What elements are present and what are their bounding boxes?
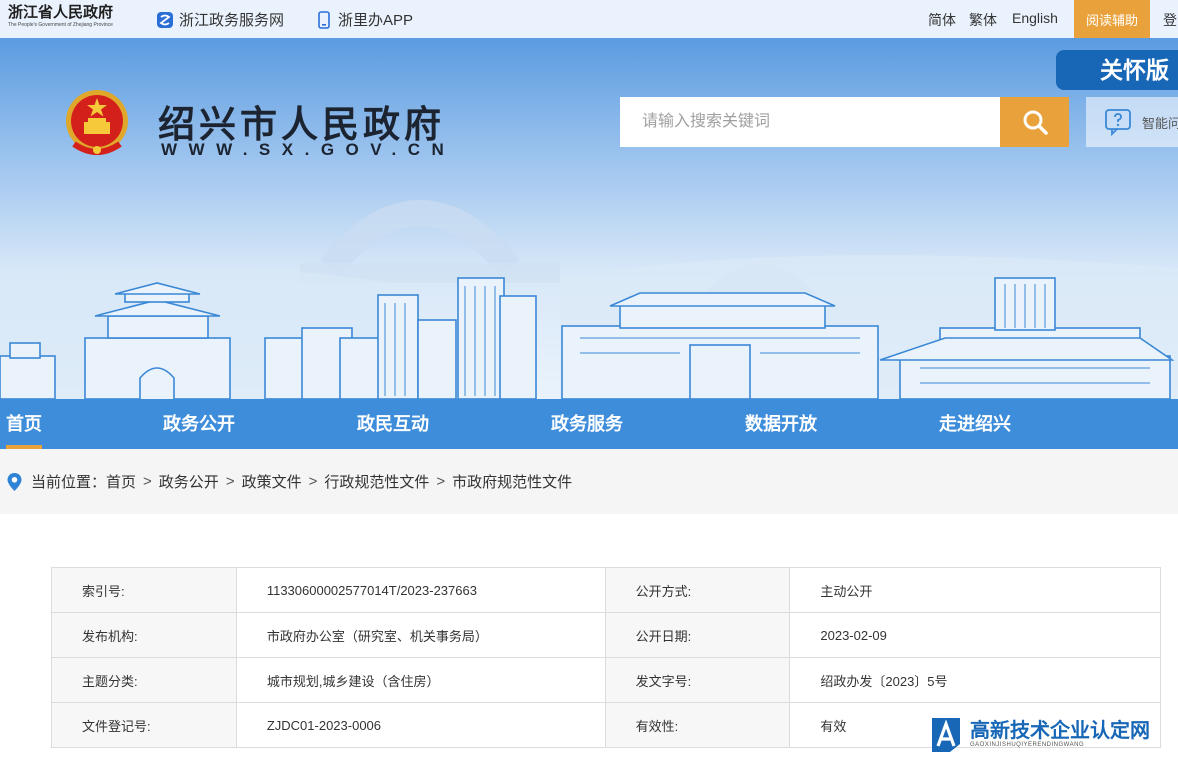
value-issuing-agency: 市政府办公室（研究室、机关事务局） (235, 612, 606, 658)
label-disclosure-method: 公开方式: (604, 567, 791, 613)
nav-gov-service[interactable]: 政务服务 (551, 399, 623, 449)
app-link[interactable]: 浙里办APP (315, 9, 413, 30)
breadcrumb-item-normative-docs[interactable]: 行政规范性文件 (324, 471, 429, 492)
value-disclosure-method: 主动公开 (789, 567, 1161, 613)
province-logo-en: The People's Government of Zhejiang Prov… (8, 22, 113, 28)
breadcrumb-separator: > (436, 473, 446, 490)
breadcrumb: 当前位置： 首页 > 政务公开 > 政策文件 > 行政规范性文件 > 市政府规范… (6, 471, 572, 492)
search-input[interactable] (620, 97, 1000, 147)
province-logo[interactable]: 浙江省人民政府 The People's Government of Zheji… (8, 5, 128, 33)
gov-service-icon (157, 11, 173, 28)
breadcrumb-item-policy-docs[interactable]: 政策文件 (242, 471, 302, 492)
nav-open-data[interactable]: 数据开放 (745, 399, 817, 449)
lang-simplified[interactable]: 简体 (928, 10, 956, 30)
province-logo-cn: 浙江省人民政府 (8, 5, 114, 21)
label-validity: 有效性: (604, 702, 791, 748)
nav-gov-affairs[interactable]: 政务公开 (163, 399, 235, 449)
breadcrumb-separator: > (308, 473, 318, 490)
label-doc-number: 发文字号: (604, 657, 791, 703)
breadcrumb-prefix: 当前位置： (31, 474, 107, 491)
table-row: 主题分类: 城市规划,城乡建设（含住房） 发文字号: 绍政办发〔2023〕5号 (51, 657, 1161, 703)
city-skyline-illustration (0, 200, 1178, 399)
label-index-no: 索引号: (51, 567, 237, 613)
nav-interaction[interactable]: 政民互动 (357, 399, 429, 449)
value-topic-category: 城市规划,城乡建设（含住房） (235, 657, 606, 703)
value-registration-no: ZJDC01-2023-0006 (235, 702, 606, 748)
lang-traditional[interactable]: 繁体 (969, 10, 997, 30)
location-pin-icon (7, 472, 22, 491)
main-nav: 首页 政务公开 政民互动 政务服务 数据开放 走进绍兴 (0, 399, 1178, 449)
label-registration-no: 文件登记号: (51, 702, 237, 748)
breadcrumb-separator: > (225, 473, 235, 490)
breadcrumb-bar: 当前位置： 首页 > 政务公开 > 政策文件 > 行政规范性文件 > 市政府规范… (0, 449, 1178, 514)
nav-about-shaoxing[interactable]: 走进绍兴 (939, 399, 1011, 449)
breadcrumb-separator: > (143, 473, 152, 490)
smart-qa-label: 智能问 (1142, 115, 1178, 131)
watermark: 高新技术企业认定网 GAOXINJISHUQIYERENDINGWANG (928, 708, 1178, 759)
gov-service-link[interactable]: 浙江政务服务网 (156, 9, 284, 30)
breadcrumb-item-city-normative-docs[interactable]: 市政府规范性文件 (452, 471, 572, 492)
app-label: 浙里办APP (338, 12, 414, 29)
value-doc-number: 绍政办发〔2023〕5号 (789, 657, 1161, 703)
site-url: WWW.SX.GOV.CN (161, 140, 456, 159)
care-version-button[interactable]: 关怀版 (1056, 50, 1178, 90)
watermark-cn: 高新技术企业认定网 (970, 719, 1150, 742)
smart-qa-button[interactable]: 智能问 (1086, 97, 1178, 147)
watermark-logo-icon (932, 717, 960, 752)
reading-aid-button[interactable]: 阅读辅助 (1074, 0, 1150, 38)
header-banner: 绍兴市人民政府 WWW.SX.GOV.CN 关怀版 智能问 (0, 38, 1178, 399)
lang-english[interactable]: English (1012, 10, 1058, 26)
chat-question-icon (1105, 109, 1131, 136)
table-row: 索引号: 11330600002577014T/2023-237663 公开方式… (51, 567, 1161, 613)
value-publish-date: 2023-02-09 (789, 612, 1161, 658)
gov-service-label: 浙江政务服务网 (179, 12, 285, 29)
national-emblem-icon[interactable] (62, 88, 132, 160)
login-link[interactable]: 登 (1163, 10, 1177, 30)
watermark-en: GAOXINJISHUQIYERENDINGWANG (970, 741, 1085, 748)
table-row: 发布机构: 市政府办公室（研究室、机关事务局） 公开日期: 2023-02-09 (51, 612, 1161, 658)
search-icon (1023, 110, 1048, 135)
nav-home[interactable]: 首页 (6, 399, 42, 449)
value-index-no: 11330600002577014T/2023-237663 (235, 567, 606, 613)
label-publish-date: 公开日期: (604, 612, 791, 658)
phone-app-icon (318, 10, 330, 29)
label-issuing-agency: 发布机构: (51, 612, 237, 658)
breadcrumb-item-home[interactable]: 首页 (106, 471, 136, 492)
top-bar: 浙江省人民政府 The People's Government of Zheji… (0, 0, 1178, 38)
label-topic-category: 主题分类: (51, 657, 237, 703)
search-button[interactable] (1000, 97, 1069, 147)
breadcrumb-item-gov-affairs[interactable]: 政务公开 (159, 471, 219, 492)
watermark-text: 高新技术企业认定网 GAOXINJISHUQIYERENDINGWANG (970, 720, 1150, 748)
